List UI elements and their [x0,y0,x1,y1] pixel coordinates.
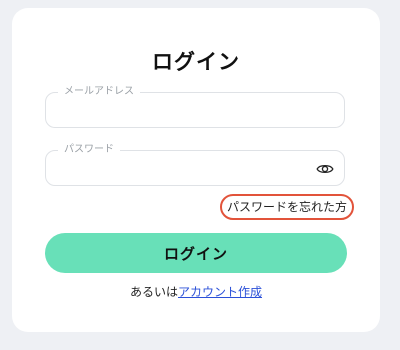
password-field[interactable]: パスワード [45,143,345,186]
login-card: ログイン メールアドレス パスワード パスワードを忘れた方 ログイン あるいはア… [12,8,380,332]
eye-icon[interactable] [316,160,334,178]
signup-prefix-text: あるいは [129,285,178,299]
email-field[interactable]: メールアドレス [45,85,345,128]
email-field-label: メールアドレス [58,85,140,99]
create-account-link[interactable]: アカウント作成 [178,285,262,299]
password-field-label: パスワード [58,143,120,157]
forgot-password-link[interactable]: パスワードを忘れた方 [220,194,354,220]
page-title: ログイン [152,50,240,74]
login-button[interactable]: ログイン [45,233,347,273]
signup-row: あるいはアカウント作成 [12,283,380,300]
